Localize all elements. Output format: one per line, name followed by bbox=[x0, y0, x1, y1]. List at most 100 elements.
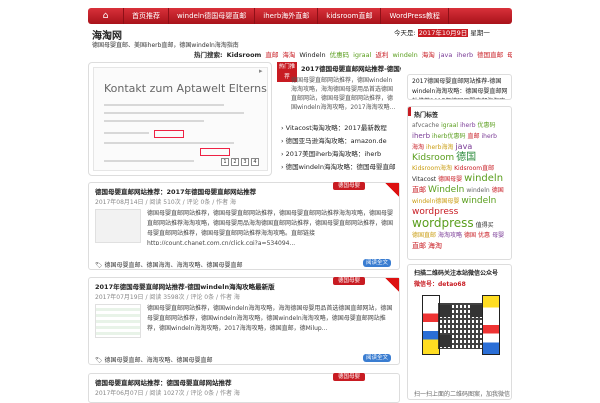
read-more-button[interactable]: 阅读全文 bbox=[363, 354, 391, 362]
sidebar-featured: 2017德国母婴直邮网站推荐-德国windeln海淘攻略：德国母婴直邮网站推荐2… bbox=[407, 74, 512, 100]
slider-page-2[interactable]: 2 bbox=[231, 158, 239, 166]
hot-list-item[interactable]: › 2017美国iherb海淘攻略：iherb bbox=[281, 148, 399, 161]
tag-cloud-item[interactable]: windeln德国母婴 bbox=[412, 197, 459, 207]
post-thumbnail[interactable] bbox=[95, 304, 141, 338]
featured-slider[interactable]: Kontakt zum Aptawelt Elternservice 1 2 3… bbox=[88, 62, 272, 176]
highlight-box bbox=[154, 130, 184, 138]
hot-search-tag[interactable]: 德国直邮 bbox=[477, 51, 503, 59]
tag-cloud-item[interactable]: iherb海淘 bbox=[426, 143, 453, 153]
tag-cloud-item[interactable]: 优惠码 bbox=[478, 121, 496, 131]
tag-cloud-title: 热门标签 bbox=[414, 112, 439, 119]
nav-item-kidsroom[interactable]: kidsroom直邮 bbox=[318, 8, 382, 24]
date-prefix: 今天是: bbox=[394, 29, 416, 37]
slider-image[interactable]: Kontakt zum Aptawelt Elternservice 1 2 3… bbox=[93, 67, 268, 171]
hot-search-tag[interactable]: windeln bbox=[392, 51, 417, 59]
post-category[interactable]: 德国母婴 bbox=[333, 277, 365, 285]
hot-search-tag[interactable]: iherb bbox=[456, 51, 473, 59]
new-ribbon-icon bbox=[385, 278, 399, 292]
hot-search-tag[interactable]: Windeln bbox=[299, 51, 325, 59]
tag-cloud-item[interactable]: windeln bbox=[466, 186, 489, 196]
hot-search-tag[interactable]: Kidsroom bbox=[227, 51, 262, 59]
tag-cloud-item[interactable]: 海淘 bbox=[412, 143, 424, 153]
hot-list-item[interactable]: › 德国windeln海淘攻略：德国母婴直邮 bbox=[281, 161, 399, 174]
post-title[interactable]: 德国母婴直邮网站推荐：德国母婴直邮网站推荐 bbox=[95, 377, 232, 387]
post-title[interactable]: 2017年德国母婴直邮网站推荐-德国windeln海淘攻略最新版 bbox=[95, 281, 275, 291]
tag-cloud-item[interactable]: iherb bbox=[412, 131, 430, 141]
hot-search-tag[interactable]: 优惠码 bbox=[330, 51, 350, 59]
home-icon[interactable]: ⌂ bbox=[88, 8, 124, 24]
hot-list: › Vitacost海淘攻略：2017最新教程 › 德国亚马逊海淘攻略：amaz… bbox=[281, 122, 399, 174]
hot-search-tag[interactable]: 海淘 bbox=[282, 51, 295, 59]
hot-excerpt: 德国母婴直邮网站推荐，德国windeln海淘攻略，海淘德国母婴用品首选德国直邮网… bbox=[291, 77, 396, 111]
tag-cloud-item[interactable]: Vitacost bbox=[412, 175, 436, 185]
qr-title: 扫描二维码关注本站微信公众号 bbox=[414, 270, 499, 277]
post-meta: 2017年06月07日 / 阅读 1027次 / 评论 0条 / 作者 海 bbox=[95, 390, 240, 397]
post-category[interactable]: 德国母婴 bbox=[333, 373, 365, 381]
tag-cloud-item[interactable]: 直邮 bbox=[412, 241, 426, 251]
post-thumbnail[interactable] bbox=[95, 209, 141, 243]
tag-cloud: afvcache igraal iherb 优惠码iherb iherb优惠码 直邮 ihe… bbox=[412, 121, 510, 252]
tag-cloud-item[interactable]: Kidsroom海淘 bbox=[412, 164, 452, 174]
tag-cloud-item[interactable]: 母婴 bbox=[492, 231, 504, 241]
tag-cloud-item[interactable]: 德国 bbox=[492, 186, 504, 196]
post-tags: 🏷 德国母婴直邮、海淘攻略、德国母婴直邮 bbox=[95, 357, 213, 364]
read-more-button[interactable]: 阅读全文 bbox=[363, 259, 391, 267]
post-category[interactable]: 德国母婴 bbox=[333, 182, 365, 190]
tag-cloud-item[interactable]: windeln bbox=[461, 196, 496, 206]
tag-cloud-item[interactable]: 海淘攻略 bbox=[438, 231, 462, 241]
sidebar-qr: 扫描二维码关注本站微信公众号 微信号：detao68 扫一扫上面的二维码图案，加… bbox=[407, 264, 512, 400]
hot-list-item[interactable]: › Vitacost海淘攻略：2017最新教程 bbox=[281, 122, 399, 135]
nav-item-featured[interactable]: 首页推荐 bbox=[124, 8, 169, 24]
post-excerpt: 德国母婴直邮网站推荐，德国windeln海淘攻略，海淘德国母婴用品首选德国直邮网… bbox=[147, 305, 393, 332]
hot-search-tag[interactable]: 返利 bbox=[375, 51, 388, 59]
tag-cloud-item[interactable]: iherb优惠码 bbox=[432, 132, 465, 142]
hot-search-tags: 热门搜索: Kidsroom 直邮 海淘 Windeln 优惠码 igraal 返利 winde… bbox=[194, 49, 512, 59]
post-meta: 2017年07月19日 / 阅读 3598次 / 评论 0条 / 作者 海 bbox=[95, 294, 240, 301]
tag-cloud-item[interactable]: java bbox=[455, 142, 472, 152]
hot-search-tag[interactable]: java bbox=[439, 51, 453, 59]
hot-search-tag[interactable]: 海淘 bbox=[422, 51, 435, 59]
post-card: 2017年德国母婴直邮网站推荐-德国windeln海淘攻略最新版 2017年07… bbox=[88, 277, 400, 365]
tag-cloud-item[interactable]: 德国母婴 bbox=[438, 175, 462, 185]
tag-cloud-item[interactable]: 直邮 bbox=[467, 132, 479, 142]
tag-cloud-item[interactable]: windeln bbox=[464, 174, 503, 184]
hot-title[interactable]: 2017德国母婴直邮网站推荐-德国windeln海淘攻略 bbox=[301, 63, 401, 73]
tag-cloud-item[interactable]: afvcache bbox=[412, 121, 439, 131]
decorative-pattern bbox=[482, 295, 500, 355]
tag-cloud-item[interactable]: 德国 bbox=[456, 153, 476, 163]
sidebar-featured-text[interactable]: 2017德国母婴直邮网站推荐-德国windeln海淘攻略：德国母婴直邮网站推荐2… bbox=[412, 77, 510, 99]
tag-cloud-item[interactable]: 德国直邮 bbox=[412, 231, 436, 241]
slider-page-3[interactable]: 3 bbox=[241, 158, 249, 166]
tag-cloud-item[interactable]: 优惠 bbox=[478, 231, 490, 241]
hot-list-item[interactable]: › 德国亚马逊海淘攻略：amazon.de bbox=[281, 135, 399, 148]
slider-page-1[interactable]: 1 bbox=[221, 158, 229, 166]
hot-search-tag[interactable]: igraal bbox=[353, 51, 371, 59]
tag-cloud-item[interactable]: wordpress bbox=[412, 217, 474, 229]
current-date: 今天是: 2017年10月9日 星期一 bbox=[394, 27, 490, 37]
hot-search-tag[interactable]: 直邮 bbox=[265, 51, 278, 59]
post-excerpt: 德国母婴直邮网站推荐，德国母婴直邮网站推荐，德国母婴直邮网站推荐海淘攻略，德国母… bbox=[147, 210, 393, 245]
site-description: 德国母婴直邮、美国iherb直邮，德国windeln海淘指南 bbox=[92, 42, 239, 49]
slider-page-4[interactable]: 4 bbox=[251, 158, 259, 166]
post-card: 德国母婴直邮网站推荐：德国母婴直邮网站推荐 2017年06月07日 / 阅读 1… bbox=[88, 373, 400, 403]
tag-cloud-item[interactable]: 德国 bbox=[464, 231, 476, 241]
tag-cloud-item[interactable]: Kidsroom bbox=[412, 153, 454, 163]
nav-item-windeln[interactable]: windeln德国母婴直邮 bbox=[169, 8, 256, 24]
slider-pager: 1 2 3 4 bbox=[221, 158, 259, 166]
qr-caption: 扫一扫上面的二维码图案，加我微信 bbox=[414, 391, 511, 398]
nav-item-wordpress[interactable]: WordPress教程 bbox=[381, 8, 449, 24]
tag-cloud-item[interactable]: iherb bbox=[460, 121, 475, 131]
tag-cloud-item[interactable]: Windeln bbox=[428, 185, 464, 195]
tag-cloud-item[interactable]: igraal bbox=[441, 121, 458, 131]
new-ribbon-icon bbox=[385, 183, 399, 197]
date-value: 2017年10月9日 bbox=[417, 29, 469, 37]
post-title[interactable]: 德国母婴直邮网站推荐：2017年德国母婴直邮网站推荐 bbox=[95, 186, 256, 196]
tag-cloud-item[interactable]: 直邮 bbox=[412, 185, 426, 195]
slider-next-icon[interactable]: ▸ bbox=[259, 67, 267, 77]
post-card: 德国母婴直邮网站推荐：2017年德国母婴直邮网站推荐 2017年08月14日 /… bbox=[88, 182, 400, 270]
tag-cloud-item[interactable]: iherb bbox=[481, 132, 496, 142]
hot-search-tag[interactable]: 母婴 bbox=[507, 51, 512, 59]
nav-item-iherb[interactable]: iherb海外直邮 bbox=[255, 8, 319, 24]
tag-cloud-item[interactable]: 海淘 bbox=[428, 241, 442, 251]
tag-cloud-item[interactable]: 值得买 bbox=[476, 221, 494, 231]
